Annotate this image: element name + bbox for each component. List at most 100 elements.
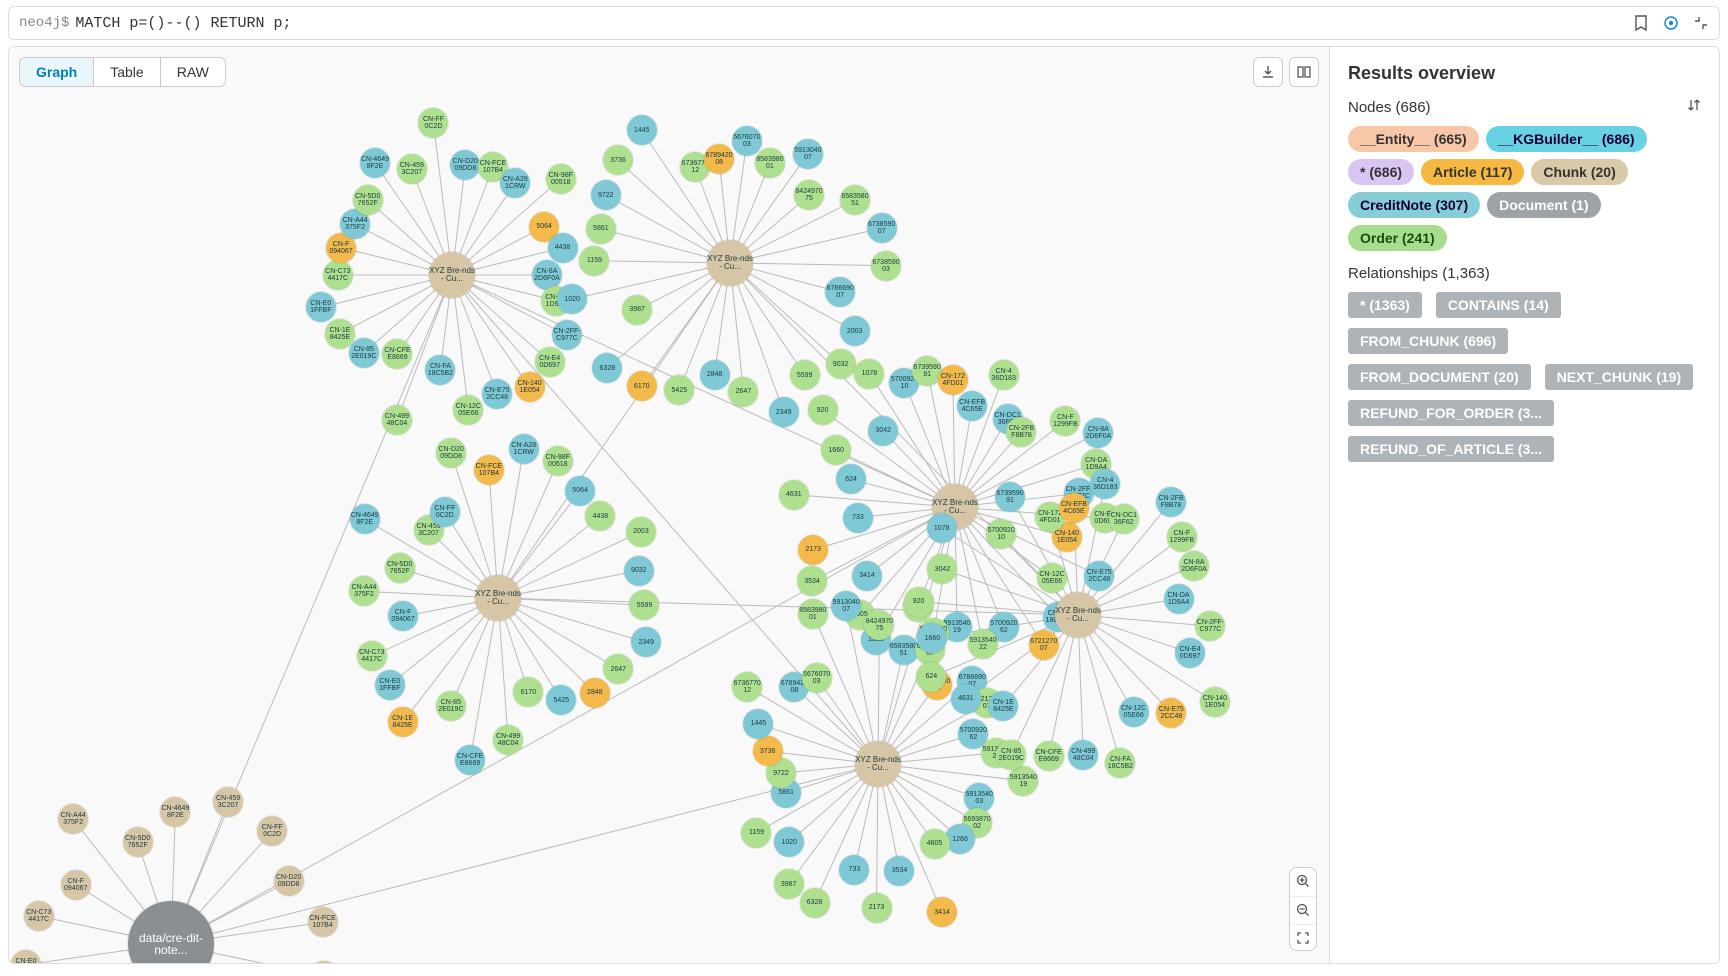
graph-node[interactable]: 6738590 07 [867, 213, 897, 243]
graph-node[interactable]: 3987 [622, 295, 652, 325]
cypher-input[interactable] [75, 15, 1633, 32]
graph-node[interactable]: CN-FF 0C2D [430, 497, 460, 527]
rel-type-chip[interactable]: FROM_DOCUMENT (20) [1348, 364, 1531, 390]
graph-node[interactable]: 5676070 03 [802, 663, 832, 693]
node-label-chip[interactable]: Order (241) [1348, 225, 1447, 251]
graph-node[interactable]: 6738590 03 [871, 251, 901, 281]
graph-node[interactable]: 2003 [840, 316, 870, 346]
graph-node[interactable]: 920 [808, 395, 838, 425]
graph-node[interactable]: CN-499 48C04 [493, 725, 523, 755]
bookmark-icon[interactable] [1633, 15, 1649, 31]
graph-node[interactable]: 1286 [945, 824, 975, 854]
graph-node[interactable]: CN-1E 8425E [388, 707, 418, 737]
graph-node[interactable]: 3414 [852, 561, 882, 591]
graph-node[interactable]: CN-2FF-C977C [1195, 611, 1225, 641]
node-label-chip[interactable]: Document (1) [1487, 192, 1600, 218]
graph-node[interactable]: 6170 [627, 371, 657, 401]
graph-node[interactable]: 6328 [592, 353, 622, 383]
graph-node[interactable]: 9722 [591, 180, 621, 210]
graph-node[interactable]: 1078 [927, 513, 957, 543]
graph-node[interactable]: 3534 [797, 566, 827, 596]
zoom-out-button[interactable] [1290, 896, 1316, 922]
graph-node[interactable]: CN-E75 2CC48 [1156, 698, 1186, 728]
fit-button[interactable] [1290, 924, 1316, 950]
graph-node[interactable]: CN-C73 4417C [323, 260, 353, 290]
graph-node[interactable]: CN-12C 05E66 [1119, 697, 1149, 727]
graph-node[interactable]: CN-DA 1D9A4 [1164, 584, 1194, 614]
graph-node[interactable]: 733 [839, 855, 869, 885]
graph-node[interactable]: 3736 [603, 145, 633, 175]
graph-node[interactable]: CN-DC1 36F62 [1109, 504, 1139, 534]
graph-node[interactable]: 5913540 22 [968, 629, 998, 659]
graph-node[interactable]: 3987 [774, 869, 804, 899]
graph-node[interactable]: 8583980 01 [798, 599, 828, 629]
graph-node[interactable]: 3414 [927, 897, 957, 927]
graph-node[interactable]: 8424970 75 [864, 610, 894, 640]
graph-node[interactable]: XYZ Bre-nds - Cu... [1055, 592, 1101, 638]
graph-node[interactable]: 3042 [927, 554, 957, 584]
graph-node[interactable]: 6583580 51 [889, 635, 919, 665]
graph-node[interactable]: 5913540 19 [1008, 766, 1038, 796]
graph-node[interactable]: 6328 [800, 888, 830, 918]
graph-node[interactable]: CN-85 2E019C [349, 338, 379, 368]
graph-node[interactable]: CN-12C 05E66 [1037, 563, 1067, 593]
node-label-chip[interactable]: __KGBuilder__ (686) [1486, 126, 1647, 152]
graph-node[interactable]: CN-D20 09DD8 [274, 866, 304, 896]
graph-node[interactable]: CN-E4 0D697 [535, 347, 565, 377]
graph-node[interactable]: 5064 [565, 476, 595, 506]
graph-node[interactable]: XYZ Bre-nds - Cu... [429, 252, 475, 298]
graph-node[interactable]: 9032 [826, 349, 856, 379]
tab-table[interactable]: Table [94, 58, 160, 86]
graph-node[interactable]: 4631 [951, 684, 981, 714]
graph-pane[interactable]: Graph Table RAW [9, 47, 1329, 963]
graph-node[interactable]: 5913040 07 [793, 139, 823, 169]
graph-node[interactable]: 3534 [884, 856, 914, 886]
graph-node[interactable]: CN-A28 1CRW [500, 168, 530, 198]
graph-node[interactable]: CN-FF 0C2D [418, 108, 448, 138]
graph-node[interactable]: CN-85 2E019C [996, 740, 1026, 770]
rel-type-chip[interactable]: * (1363) [1348, 292, 1422, 318]
graph-node[interactable]: CN-E0 1FFBF [375, 670, 405, 700]
graph-node[interactable]: CN-CFE E8669 [455, 745, 485, 775]
graph-node[interactable]: 2173 [862, 893, 892, 923]
graph-node[interactable]: 1020 [774, 827, 804, 857]
graph-node[interactable]: CN-D20 09DD8 [436, 438, 466, 468]
graph-node[interactable]: data/cre-dit-note... [128, 901, 214, 963]
graph-node[interactable]: CN-FCE 107B4 [308, 907, 338, 937]
graph-node[interactable]: CN-E0 1FFBF [11, 950, 41, 963]
graph-node[interactable]: 2349 [769, 397, 799, 427]
zoom-in-button[interactable] [1290, 868, 1316, 894]
graph-node[interactable]: 5425 [546, 685, 576, 715]
graph-node[interactable]: 6739590 91 [995, 482, 1025, 512]
tab-raw[interactable]: RAW [161, 58, 225, 86]
graph-node[interactable]: CN-499 48C04 [1068, 740, 1098, 770]
graph-node[interactable]: 5676070 03 [732, 126, 762, 156]
graph-node[interactable]: 624 [916, 662, 946, 692]
graph-node[interactable]: CN-5D0 7652F [353, 185, 383, 215]
rel-type-chip[interactable]: REFUND_OF_ARTICLE (3... [1348, 436, 1554, 462]
graph-node[interactable]: 3736 [753, 736, 783, 766]
graph-node[interactable]: 2003 [626, 517, 656, 547]
graph-node[interactable]: 9032 [624, 556, 654, 586]
graph-node[interactable]: 4631 [779, 480, 809, 510]
graph-node[interactable]: CN-FF 0C2D [257, 816, 287, 846]
node-label-chip[interactable]: * (686) [1348, 159, 1414, 185]
rel-type-chip[interactable]: NEXT_CHUNK (19) [1545, 364, 1693, 390]
graph-node[interactable]: 2349 [631, 627, 661, 657]
collapse-icon[interactable] [1693, 15, 1709, 31]
graph-node[interactable]: 1445 [743, 709, 773, 739]
target-icon[interactable] [1663, 15, 1679, 31]
graph-node[interactable]: 733 [843, 503, 873, 533]
graph-node[interactable]: 2647 [728, 377, 758, 407]
graph-node[interactable]: CN-98F 00518 [543, 446, 573, 476]
graph-node[interactable]: 6789420 08 [704, 144, 734, 174]
graph-node[interactable]: CN-2FB F8B78 [1006, 417, 1036, 447]
node-label-chip[interactable]: Chunk (20) [1531, 159, 1627, 185]
graph-node[interactable]: XYZ Bre-nds - Cu... [475, 575, 521, 621]
graph-node[interactable]: CN-4 36D183 [1090, 469, 1120, 499]
node-label-chip[interactable]: __Entity__ (665) [1348, 126, 1479, 152]
graph-node[interactable]: CN-499 48C04 [382, 405, 412, 435]
graph-node[interactable]: CN-C73 4417C [24, 901, 54, 931]
graph-node[interactable]: CN-C73 4417C [357, 641, 387, 671]
graph-node[interactable]: CN-CFE E8669 [1034, 741, 1064, 771]
